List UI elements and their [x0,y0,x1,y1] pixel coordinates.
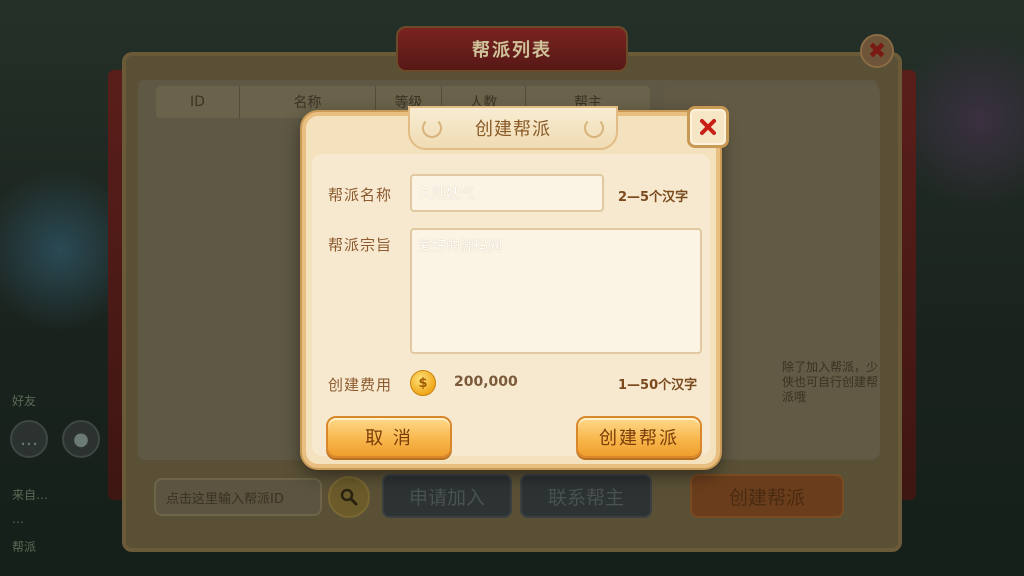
chat-line: 来自… [12,488,49,502]
contact-leader-button[interactable]: 联系帮主 [520,474,652,518]
guild-name-label: 帮派名称 [328,186,393,204]
chat-line: 帮派 [12,540,37,554]
guild-list-title: 帮派列表 [472,40,552,61]
create-guild-dialog: 创建帮派 帮派名称 2—5个汉字 帮派宗旨 爱好的源码网 创建费用 $ 200,… [302,106,729,468]
cloud-swirl-icon [422,118,442,138]
list-create-guild-button[interactable]: 创建帮派 [690,474,844,518]
close-icon [700,119,716,135]
search-icon [340,488,358,506]
guild-list-title-banner: 帮派列表 [396,26,628,72]
guild-info-text: 除了加入帮派，少侠也可自行创建帮派哦 [782,360,879,404]
guild-motto-label: 帮派宗旨 [328,236,393,254]
chat-bubble-icon[interactable]: … [10,420,48,458]
creation-cost-label: 创建费用 [328,376,393,394]
create-guild-button[interactable]: 创建帮派 [576,416,702,458]
apply-join-button[interactable]: 申请加入 [382,474,512,518]
close-icon: ✖ [867,38,887,64]
creation-cost-value: 200,000 [454,374,518,390]
dialog-title-banner: 创建帮派 [408,106,618,150]
guild-name-hint: 2—5个汉字 [618,190,689,205]
microphone-icon[interactable]: ● [62,420,100,458]
dialog-title: 创建帮派 [475,119,551,140]
guild-name-input[interactable] [410,174,604,212]
guild-motto-hint: 1—50个汉字 [618,378,698,393]
column-header-id: ID [156,86,240,118]
cancel-button[interactable]: 取 消 [326,416,452,458]
dialog-close-button[interactable] [687,106,729,148]
chat-line: … [12,512,24,526]
cloud-swirl-icon [584,118,604,138]
gold-coin-icon: $ [410,370,436,396]
guild-list-close-button[interactable]: ✖ [860,34,894,68]
side-label: 好友 [12,394,37,408]
guild-search-button[interactable] [328,476,370,518]
guild-search-input[interactable]: 点击这里输入帮派ID [154,478,322,516]
guild-motto-input[interactable]: 爱好的源码网 [410,228,702,354]
